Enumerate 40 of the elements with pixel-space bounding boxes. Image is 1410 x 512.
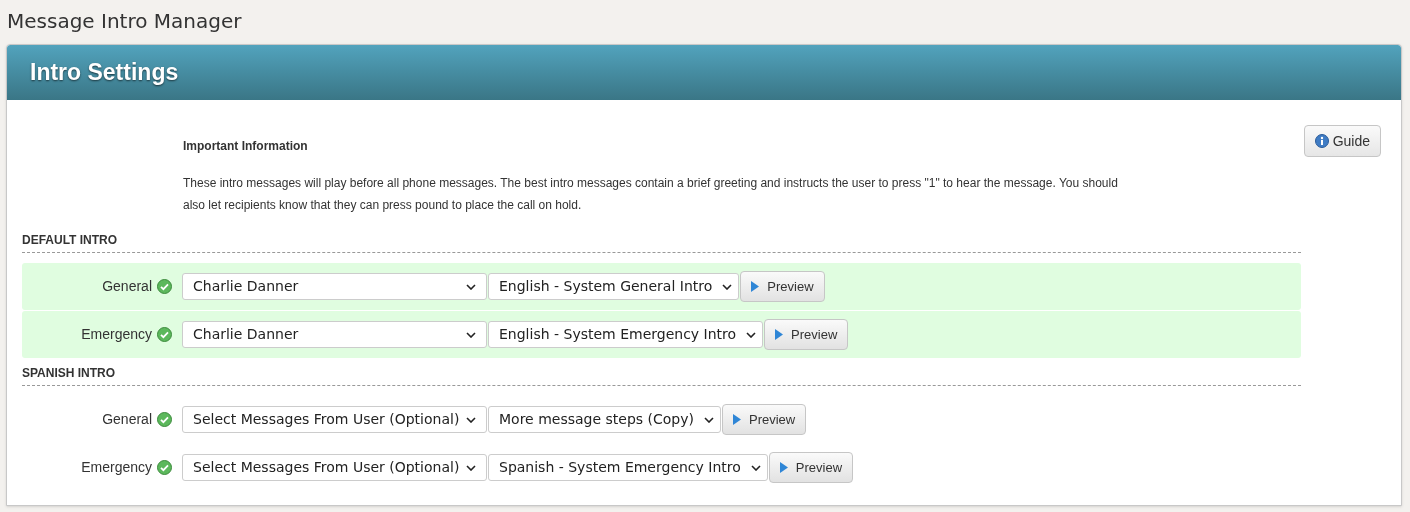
message-dropdown[interactable]: More message steps (Copy) xyxy=(488,406,721,433)
message-dropdown[interactable]: English - System General Intro xyxy=(488,273,740,300)
caret-icon xyxy=(466,416,476,423)
preview-button[interactable]: Preview xyxy=(740,271,825,302)
check-circle-icon xyxy=(157,412,172,427)
caret-icon xyxy=(750,464,761,471)
section-heading: DEFAULT INTRO xyxy=(22,231,1301,253)
row-label: Emergency xyxy=(80,325,152,344)
row-label: General xyxy=(101,410,152,429)
user-dropdown[interactable]: Select Messages From User (Optional) xyxy=(182,454,487,481)
info-heading: Important Information xyxy=(183,138,309,155)
check-circle-icon xyxy=(157,279,172,294)
play-icon xyxy=(733,414,741,425)
caret-icon xyxy=(466,283,476,290)
caret-icon xyxy=(746,331,757,338)
info-icon xyxy=(1314,134,1329,148)
play-icon xyxy=(775,329,784,340)
row-label: Emergency xyxy=(80,458,152,477)
guide-button[interactable]: Guide xyxy=(1303,125,1381,157)
caret-icon xyxy=(466,331,476,338)
play-icon xyxy=(751,281,760,292)
page-title: Message Intro Manager xyxy=(6,8,243,35)
caret-icon xyxy=(722,283,733,290)
preview-button[interactable]: Preview xyxy=(722,404,807,435)
preview-button[interactable]: Preview xyxy=(768,452,854,483)
play-icon xyxy=(779,462,788,473)
info-text: These intro messages will play before all phone messages. The best intro messages contain a brief greeting and instructs the user to press "1" to hear the message. You should also let recipients know that they can press pound to place the call on hold. xyxy=(183,175,1119,214)
message-dropdown[interactable]: Spanish - System Emergency Intro xyxy=(488,454,768,481)
check-circle-icon xyxy=(157,460,172,475)
user-dropdown[interactable]: Select Messages From User (Optional) xyxy=(182,406,487,433)
panel-title: Intro Settings xyxy=(30,58,179,88)
preview-button[interactable]: Preview xyxy=(764,319,849,350)
section-heading: SPANISH INTRO xyxy=(22,364,1301,386)
user-dropdown[interactable]: Charlie Danner xyxy=(182,273,487,300)
message-dropdown[interactable]: English - System Emergency Intro xyxy=(488,321,764,348)
caret-icon xyxy=(704,416,714,423)
caret-icon xyxy=(466,464,476,471)
row-label: General xyxy=(101,277,152,296)
user-dropdown[interactable]: Charlie Danner xyxy=(182,321,487,348)
check-circle-icon xyxy=(157,327,172,342)
